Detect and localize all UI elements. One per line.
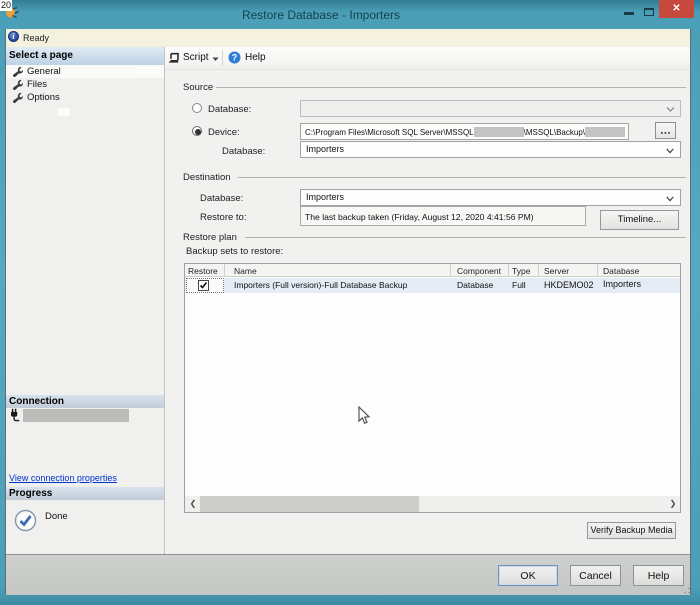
svg-text:?: ? <box>232 53 238 63</box>
